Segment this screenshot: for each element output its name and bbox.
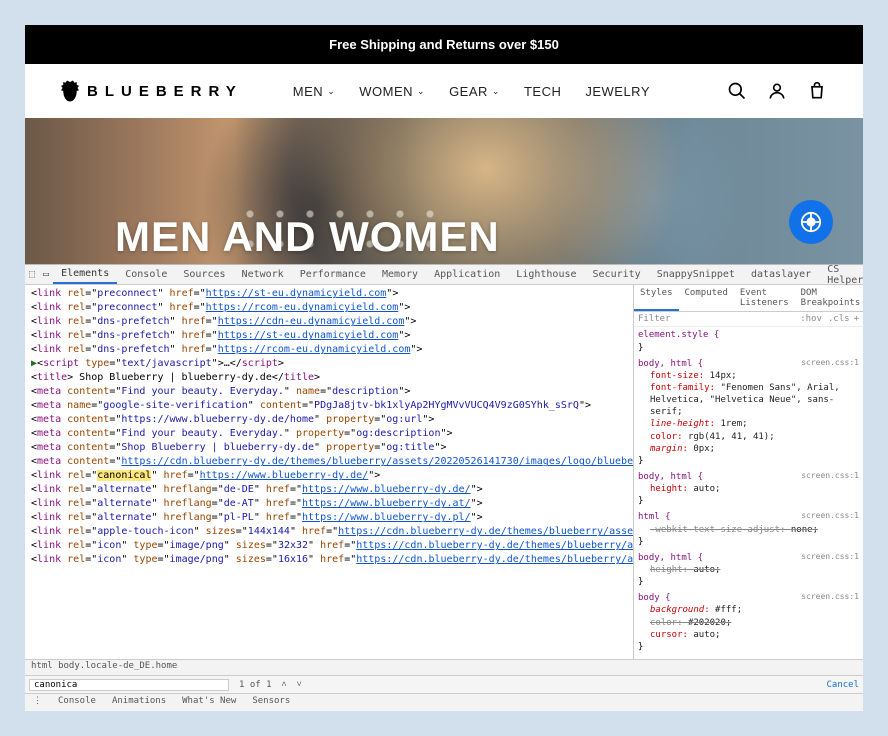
devtools-tab-application[interactable]: Application xyxy=(426,266,508,283)
cls-toggle[interactable]: .cls xyxy=(828,314,850,324)
drawer-tab-sensors[interactable]: Sensors xyxy=(244,694,298,711)
devtools-tab-performance[interactable]: Performance xyxy=(292,266,374,283)
prev-result-icon[interactable]: ˄ xyxy=(282,679,287,690)
site-header: BLUEBERRY MEN⌄ WOMEN⌄ GEAR⌄ TECH JEWELRY xyxy=(25,64,863,118)
device-icon[interactable]: ▭ xyxy=(39,267,53,282)
chevron-down-icon: ⌄ xyxy=(327,86,335,97)
styles-tab-dom-breakpoints[interactable]: DOM Breakpoints xyxy=(795,285,863,311)
devtools-tab-memory[interactable]: Memory xyxy=(374,266,426,283)
nav-men[interactable]: MEN⌄ xyxy=(293,84,335,99)
styles-tabs: StylesComputedEvent ListenersDOM Breakpo… xyxy=(634,285,863,312)
brand-text: BLUEBERRY xyxy=(87,83,243,100)
hov-toggle[interactable]: :hov xyxy=(800,314,822,324)
nav-tech[interactable]: TECH xyxy=(524,84,561,99)
next-result-icon[interactable]: ˅ xyxy=(297,679,302,690)
drawer-tab-animations[interactable]: Animations xyxy=(104,694,174,711)
search-bar: canonica 1 of 1 ˄ ˅ Cancel xyxy=(25,675,863,693)
devtools-tab-dataslayer[interactable]: dataslayer xyxy=(743,266,819,283)
search-result-count: 1 of 1 xyxy=(239,680,272,690)
devtools-tab-network[interactable]: Network xyxy=(234,266,292,283)
styles-tab-styles[interactable]: Styles xyxy=(634,285,679,311)
styles-tab-event-listeners[interactable]: Event Listeners xyxy=(734,285,795,311)
hero-title: MEN AND WOMEN xyxy=(115,213,500,261)
hero-section: MEN AND WOMEN NEW COLLECTION SHOP NOW > xyxy=(25,118,863,264)
browser-frame: Free Shipping and Returns over $150 BLUE… xyxy=(25,25,863,711)
devtools-tab-elements[interactable]: Elements xyxy=(53,265,117,284)
inspect-icon[interactable]: ⬚ xyxy=(25,267,39,282)
search-icon[interactable] xyxy=(727,81,747,101)
brand-logo[interactable]: BLUEBERRY xyxy=(61,80,243,102)
chat-fab[interactable] xyxy=(789,200,833,244)
drawer-tab-what-s-new[interactable]: What's New xyxy=(174,694,244,711)
header-actions xyxy=(727,81,827,101)
drawer-tabs: ⋮ ConsoleAnimationsWhat's NewSensors xyxy=(25,693,863,711)
devtools-tab-security[interactable]: Security xyxy=(585,266,649,283)
nav-jewelry[interactable]: JEWELRY xyxy=(585,84,650,99)
nav-gear[interactable]: GEAR⌄ xyxy=(449,84,500,99)
filter-input[interactable]: Filter xyxy=(638,314,671,324)
search-input[interactable]: canonica xyxy=(29,679,229,691)
chevron-down-icon: ⌄ xyxy=(492,86,500,97)
announcement-bar: Free Shipping and Returns over $150 xyxy=(25,25,863,64)
devtools-panel: ⬚ ▭ ElementsConsoleSourcesNetworkPerform… xyxy=(25,264,863,711)
add-rule-icon[interactable]: + xyxy=(854,314,859,324)
chevron-down-icon: ⌄ xyxy=(417,86,425,97)
main-nav: MEN⌄ WOMEN⌄ GEAR⌄ TECH JEWELRY xyxy=(293,84,650,99)
devtools-tab-snappysnippet[interactable]: SnappySnippet xyxy=(649,266,743,283)
styles-pane: StylesComputedEvent ListenersDOM Breakpo… xyxy=(633,285,863,659)
styles-rules[interactable]: element.style {}body, html {screen.css:1… xyxy=(634,327,863,659)
account-icon[interactable] xyxy=(767,81,787,101)
devtools-tab-sources[interactable]: Sources xyxy=(175,266,233,283)
devtools-tab-lighthouse[interactable]: Lighthouse xyxy=(508,266,584,283)
cancel-search[interactable]: Cancel xyxy=(826,680,859,690)
devtools-tab-console[interactable]: Console xyxy=(117,266,175,283)
chat-icon xyxy=(800,211,822,233)
drawer-tab-console[interactable]: Console xyxy=(50,694,104,711)
drawer-menu-icon[interactable]: ⋮ xyxy=(25,694,50,711)
nav-women[interactable]: WOMEN⌄ xyxy=(359,84,425,99)
styles-filter-row: Filter :hov .cls + xyxy=(634,312,863,327)
cart-icon[interactable] xyxy=(807,81,827,101)
devtools-body: <link rel="preconnect" href="https://st-… xyxy=(25,285,863,659)
blueberry-icon xyxy=(61,80,79,102)
dom-tree[interactable]: <link rel="preconnect" href="https://st-… xyxy=(25,285,633,659)
styles-tab-computed[interactable]: Computed xyxy=(679,285,734,311)
devtools-tabs: ⬚ ▭ ElementsConsoleSourcesNetworkPerform… xyxy=(25,265,863,285)
dom-breadcrumb[interactable]: html body.locale-de_DE.home xyxy=(25,659,863,675)
